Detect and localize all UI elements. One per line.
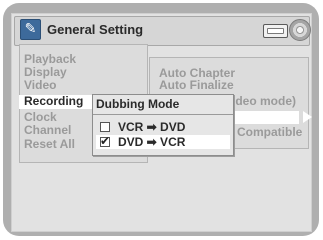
submenu-arrow-icon bbox=[303, 111, 312, 123]
cassette-icon bbox=[263, 24, 288, 38]
checkbox-checked-icon[interactable]: ✔ bbox=[100, 134, 111, 148]
option-label: VCR ➡ DVD bbox=[118, 120, 186, 134]
checkmark-icon: ✔ bbox=[100, 134, 111, 148]
submenu-item-compatible[interactable]: Compatible bbox=[237, 126, 302, 139]
page-title: General Setting bbox=[47, 22, 144, 37]
option-label: DVD ➡ VCR bbox=[118, 135, 186, 149]
menu-item-reset-all[interactable]: Reset All bbox=[24, 138, 75, 151]
option-vcr-to-dvd[interactable]: VCR ➡ DVD bbox=[96, 120, 230, 134]
disc-icon bbox=[289, 19, 311, 41]
dialog-title: Dubbing Mode bbox=[96, 97, 180, 111]
dialog-divider bbox=[93, 114, 233, 115]
wrench-icon: ✎ bbox=[20, 19, 41, 40]
submenu-item-auto-finalize[interactable]: Auto Finalize bbox=[159, 79, 234, 92]
option-dvd-to-vcr[interactable]: ✔ DVD ➡ VCR bbox=[96, 134, 230, 149]
menu-item-recording[interactable]: Recording bbox=[19, 95, 101, 109]
menu-item-channel[interactable]: Channel bbox=[24, 124, 71, 137]
checkbox-icon[interactable] bbox=[100, 122, 110, 132]
submenu-item-video-mode[interactable]: ideo mode) bbox=[232, 95, 296, 108]
submenu-selection-bar bbox=[229, 111, 299, 124]
menu-item-video[interactable]: Video bbox=[24, 79, 56, 92]
